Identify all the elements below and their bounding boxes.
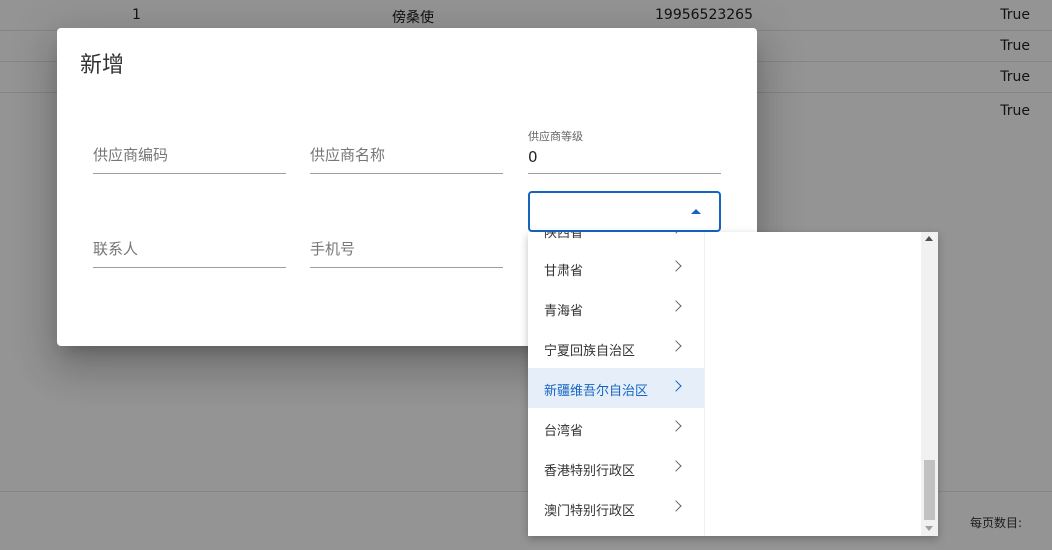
phone-placeholder: 手机号 [310,240,356,258]
chevron-right-icon [670,420,682,432]
menu-item[interactable]: 澳门特别行政区 [528,488,704,528]
contact-input[interactable]: 联系人 [93,228,286,268]
menu-item-label: 宁夏回族自治区 [544,344,636,359]
menu-item-label: 台湾省 [544,424,584,439]
chevron-right-icon [670,500,682,512]
chevron-right-icon [670,380,682,392]
supplier-name-input[interactable]: 供应商名称 [310,134,503,174]
chevron-right-icon [670,260,682,272]
menu-item-label: 新疆维吾尔自治区 [544,384,649,399]
menu-item-label: 陕西省 [544,232,584,241]
scroll-thumb[interactable] [924,460,935,520]
supplier-level-label: 供应商等级 [528,130,583,143]
region-cascader-select[interactable] [528,191,721,232]
menu-item[interactable]: 宁夏回族自治区 [528,328,704,368]
menu-item-label: 甘肃省 [544,264,584,279]
supplier-name-placeholder: 供应商名称 [310,146,386,164]
phone-input[interactable]: 手机号 [310,228,503,268]
chevron-right-icon [670,460,682,472]
vertical-scrollbar[interactable] [921,232,938,536]
supplier-code-placeholder: 供应商编码 [93,146,169,164]
menu-item-label: 澳门特别行政区 [544,504,636,519]
scroll-down-arrow-icon[interactable] [925,526,933,531]
province-menu: 陕西省 甘肃省 青海省 宁夏回族自治区 新疆维吾尔自治区 台湾省 香港特别行政区 [528,232,704,536]
supplier-level-input[interactable]: 供应商等级 0 [528,130,721,174]
region-cascader-dropdown: 陕西省 甘肃省 青海省 宁夏回族自治区 新疆维吾尔自治区 台湾省 香港特别行政区 [528,232,938,536]
supplier-level-value: 0 [528,148,538,166]
dialog-title: 新增 [80,53,125,78]
chevron-right-icon [670,300,682,312]
menu-item[interactable]: 香港特别行政区 [528,448,704,488]
menu-item-label: 香港特别行政区 [544,464,636,479]
menu-item[interactable]: 青海省 [528,288,704,328]
contact-placeholder: 联系人 [93,240,139,258]
chevron-right-icon [670,340,682,352]
supplier-code-input[interactable]: 供应商编码 [93,134,286,174]
menu-item[interactable]: 台湾省 [528,408,704,448]
scroll-up-arrow-icon[interactable] [925,236,933,241]
caret-up-icon [691,209,701,214]
chevron-right-icon [670,232,682,234]
sub-region-panel [704,232,938,536]
menu-item-active[interactable]: 新疆维吾尔自治区 [528,368,704,408]
menu-item-label: 青海省 [544,304,584,319]
menu-item[interactable]: 甘肃省 [528,248,704,288]
